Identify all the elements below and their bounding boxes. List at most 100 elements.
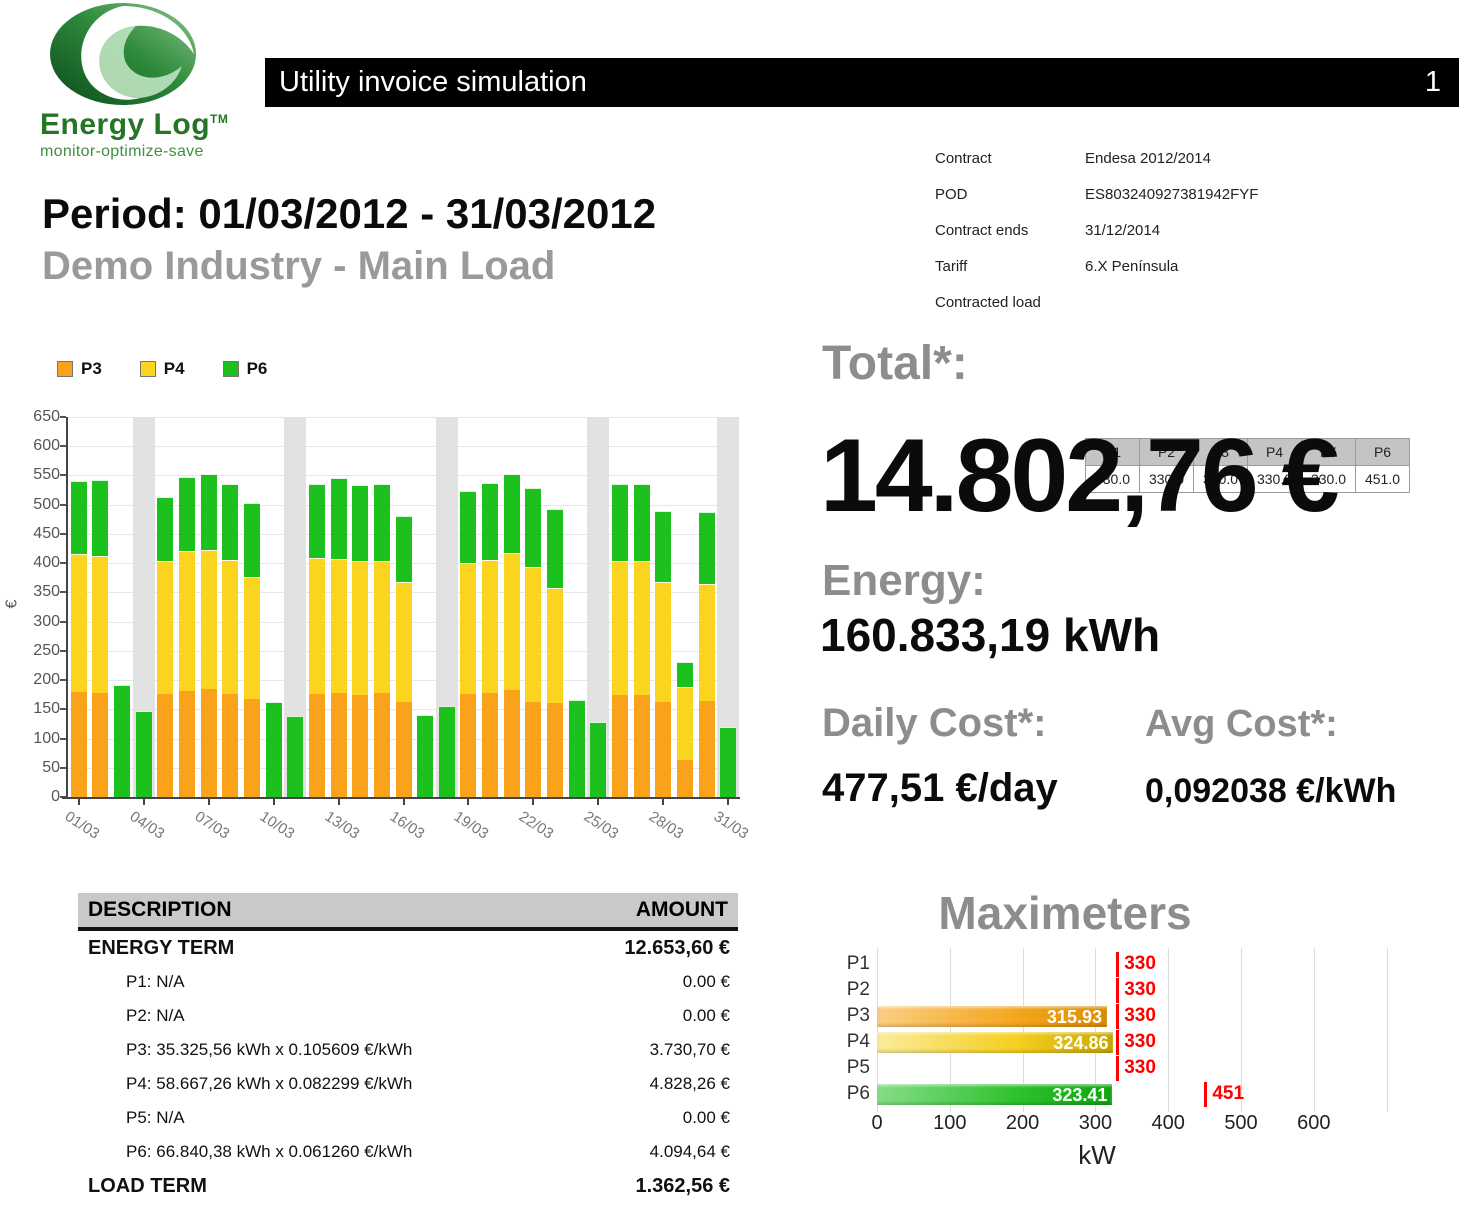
brand-tagline: monitor-optimize-save — [40, 143, 240, 161]
bar-segment-p6 — [244, 503, 260, 577]
bar-segment-p6 — [201, 474, 217, 550]
invoice-row-description: P5: N/A — [88, 1108, 185, 1128]
contract-row-value: 6.X Península — [1085, 258, 1178, 275]
stacked-bar-day-7 — [201, 474, 217, 797]
chart-legend: P3P4P6 — [57, 359, 305, 379]
trademark-symbol: TM — [210, 112, 228, 126]
stacked-bar-day-19 — [460, 491, 476, 797]
maximeter-bar-p3: 315.93 — [877, 1006, 1107, 1027]
bar-segment-p6 — [547, 509, 563, 587]
stacked-bar-day-11 — [287, 716, 303, 797]
page-number: 1 — [1425, 58, 1441, 107]
contract-row-label: Tariff — [935, 258, 1085, 275]
maximeter-limit-value: 451 — [1212, 1083, 1244, 1105]
bar-segment-p6 — [396, 516, 412, 582]
bar-segment-p6 — [655, 511, 671, 583]
legend-swatch-p6 — [223, 361, 239, 377]
x-tick-mark — [143, 799, 145, 805]
stacked-bar-day-22 — [525, 488, 541, 797]
bar-segment-p4 — [525, 567, 541, 702]
bar-segment-p3 — [374, 693, 390, 797]
contract-row: Tariff6.X Península — [935, 258, 1178, 275]
bar-segment-p4 — [699, 584, 715, 701]
maximeter-category-p4: P4 — [818, 1031, 870, 1053]
bar-segment-p6 — [677, 662, 693, 687]
maximeter-x-tick-label: 100 — [920, 1112, 980, 1135]
invoice-row: P6: 66.840,38 kWh x 0.061260 €/kWh4.094,… — [78, 1135, 738, 1169]
legend-swatch-p4 — [140, 361, 156, 377]
bar-segment-p3 — [396, 702, 412, 797]
brand-name: Energy LogTM — [40, 108, 240, 142]
bar-segment-p3 — [655, 702, 671, 797]
y-tick-label: 450 — [14, 525, 60, 543]
maximeter-limit-value: 330 — [1124, 1057, 1156, 1079]
x-tick-label: 13/03 — [321, 808, 362, 843]
maximeters-x-axis-label: kW — [877, 1140, 1317, 1171]
x-tick-label: 10/03 — [256, 808, 297, 843]
contract-row-label: Contract ends — [935, 222, 1085, 239]
bar-segment-p3 — [504, 690, 520, 797]
bar-segment-p6 — [287, 716, 303, 797]
energy-label: Energy: — [822, 556, 986, 606]
bar-segment-p3 — [309, 694, 325, 797]
x-tick-mark — [727, 799, 729, 805]
y-tick-label: 600 — [14, 437, 60, 455]
bar-segment-p4 — [460, 563, 476, 694]
y-tick-label: 500 — [14, 496, 60, 514]
bar-segment-p6 — [482, 483, 498, 561]
bar-segment-p3 — [331, 693, 347, 797]
y-tick-label: 150 — [14, 700, 60, 718]
bar-segment-p3 — [525, 702, 541, 797]
bar-segment-p4 — [547, 588, 563, 703]
maximeter-limit-marker — [1116, 1056, 1119, 1081]
stacked-bar-day-2 — [92, 480, 108, 797]
invoice-row-amount: 0.00 € — [683, 1006, 730, 1026]
maximeter-x-tick-label: 500 — [1211, 1112, 1271, 1135]
bar-segment-p6 — [114, 685, 130, 797]
contract-row-value: ES803240927381942FYF — [1085, 186, 1258, 203]
x-tick-label: 22/03 — [516, 808, 557, 843]
x-tick-label: 28/03 — [646, 808, 687, 843]
bar-segment-p6 — [525, 488, 541, 567]
y-tick-label: 100 — [14, 730, 60, 748]
gridline — [68, 475, 739, 476]
y-tick-label: 250 — [14, 642, 60, 660]
invoice-row: P1: N/A0.00 € — [78, 965, 738, 999]
energy-log-swirl-icon — [48, 2, 198, 106]
x-tick-label: 01/03 — [62, 808, 103, 843]
bar-segment-p4 — [352, 561, 368, 695]
bar-segment-p6 — [460, 491, 476, 563]
bar-segment-p3 — [222, 694, 238, 797]
bar-segment-p6 — [634, 484, 650, 561]
bar-segment-p4 — [504, 553, 520, 690]
contract-row-label: POD — [935, 186, 1085, 203]
bar-segment-p6 — [569, 700, 585, 797]
invoice-row-amount: 4.828,26 € — [650, 1074, 730, 1094]
stacked-bar-day-26 — [612, 484, 628, 797]
stacked-bar-day-24 — [569, 700, 585, 797]
bar-segment-p3 — [699, 701, 715, 797]
bar-segment-p3 — [92, 693, 108, 797]
maximeter-category-p2: P2 — [818, 979, 870, 1001]
maximeters-title: Maximeters — [880, 886, 1250, 940]
bar-segment-p4 — [179, 551, 195, 690]
bar-segment-p6 — [71, 481, 87, 554]
invoice-row-description: P1: N/A — [88, 972, 185, 992]
invoice-row: LOAD TERM1.362,56 € — [78, 1169, 738, 1203]
bar-segment-p3 — [612, 695, 628, 797]
maximeters-chart: 330330315.93330324.86330330323.41451 — [877, 952, 1443, 1108]
report-header-bar: Utility invoice simulation 1 — [265, 58, 1459, 107]
maximeter-limit-value: 330 — [1124, 979, 1156, 1001]
stacked-bar-day-31 — [720, 727, 736, 797]
invoice-row: P5: N/A0.00 € — [78, 1101, 738, 1135]
bar-segment-p6 — [504, 474, 520, 552]
legend-label: P3 — [81, 359, 102, 379]
maximeter-limit-marker — [1116, 978, 1119, 1003]
bar-segment-p6 — [590, 722, 606, 797]
bar-segment-p6 — [92, 480, 108, 556]
site-subtitle: Demo Industry - Main Load — [42, 244, 555, 289]
bar-segment-p3 — [634, 695, 650, 797]
report-title: Utility invoice simulation — [279, 58, 587, 107]
bar-segment-p6 — [309, 484, 325, 558]
bar-segment-p6 — [374, 484, 390, 561]
